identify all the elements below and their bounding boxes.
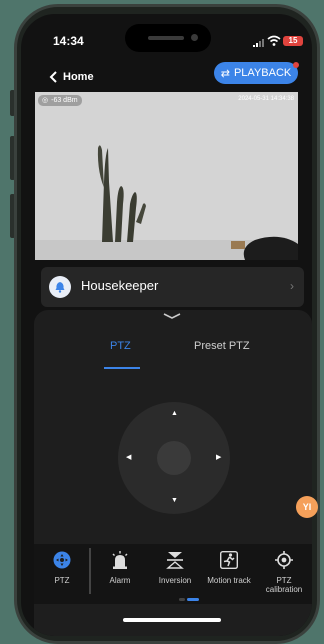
wifi-small-icon: ◎ xyxy=(42,97,49,104)
toolbar-item-ptz-calibration[interactable]: PTZ calibration xyxy=(256,544,312,604)
status-time: 14:34 xyxy=(53,34,84,48)
toolbar-label-alarm: Alarm xyxy=(109,576,131,585)
selected-tab-indicator xyxy=(104,367,140,369)
toolbar-item-motion-track[interactable]: Motion track xyxy=(201,544,257,604)
toolbar-label-ptz-calibration: PTZ calibration xyxy=(265,576,303,594)
housekeeper-icon xyxy=(49,276,71,298)
back-label: Home xyxy=(63,71,94,83)
floating-assistant-button[interactable]: YI xyxy=(296,496,318,518)
dynamic-island xyxy=(125,24,211,52)
inversion-icon xyxy=(166,552,184,569)
back-button[interactable]: Home xyxy=(49,71,94,83)
toolbar-item-inversion[interactable]: Inversion xyxy=(147,544,203,604)
signal-icon xyxy=(253,39,264,47)
rssi-value: -63 dBm xyxy=(51,97,78,104)
motion-track-icon xyxy=(220,551,238,569)
signal-strength-badge: ◎ -63 dBm xyxy=(38,95,82,106)
live-video-feed[interactable]: ◎ -63 dBm 2024-05-31 14:34:38 xyxy=(35,92,298,260)
housekeeper-label: Housekeeper xyxy=(81,278,159,293)
toolbar-divider xyxy=(89,548,91,594)
toolbar-item-alarm[interactable]: Alarm xyxy=(92,544,148,604)
notch-speaker xyxy=(148,36,184,40)
bell-icon xyxy=(55,282,65,293)
chevron-left-icon xyxy=(49,71,57,83)
ptz-calibration-icon xyxy=(275,551,293,569)
swap-arrows-icon: ⇄ xyxy=(220,67,230,80)
tab-ptz[interactable]: PTZ xyxy=(110,340,131,352)
tab-preset-ptz[interactable]: Preset PTZ xyxy=(194,340,250,352)
chevron-right-icon: › xyxy=(290,279,294,293)
playback-notification-dot xyxy=(293,62,299,68)
pan-up-arrow-icon[interactable]: ▲ xyxy=(171,410,178,417)
ptz-joystick[interactable]: ▲ ▼ ◀ ▶ xyxy=(118,402,230,514)
status-bar: 14:34 15 xyxy=(21,14,312,60)
pan-down-arrow-icon[interactable]: ▼ xyxy=(171,497,178,504)
video-frame-image xyxy=(35,92,298,260)
app-screen: 14:34 15 Home ⇄ PLAYBACK ◎ -63 dBm 2024-… xyxy=(21,14,312,636)
battery-icon: 15 xyxy=(283,36,303,46)
pan-left-arrow-icon[interactable]: ◀ xyxy=(126,453,131,461)
housekeeper-row[interactable]: Housekeeper › xyxy=(41,267,304,307)
notch-camera xyxy=(191,34,198,41)
toolbar-label-inversion: Inversion xyxy=(158,576,192,585)
collapse-handle-icon[interactable] xyxy=(162,312,182,320)
toolbar-label-ptz: PTZ xyxy=(54,576,70,585)
pan-right-arrow-icon[interactable]: ▶ xyxy=(216,453,221,461)
ptz-icon xyxy=(53,551,71,569)
home-indicator[interactable] xyxy=(123,618,221,622)
joystick-center[interactable] xyxy=(157,441,191,475)
playback-button[interactable]: ⇄ PLAYBACK xyxy=(214,62,298,84)
function-toolbar: PTZ Alarm Inversion Motion track PTZ cal… xyxy=(34,544,312,604)
toolbar-item-ptz[interactable]: PTZ xyxy=(34,544,90,604)
wifi-icon xyxy=(267,35,281,46)
toolbar-label-motion-track: Motion track xyxy=(207,576,251,585)
page-indicator xyxy=(179,598,199,601)
floating-button-label: YI xyxy=(302,502,312,512)
video-timestamp: 2024-05-31 14:34:38 xyxy=(238,96,294,102)
playback-label: PLAYBACK xyxy=(233,67,292,79)
alarm-icon xyxy=(112,551,128,569)
